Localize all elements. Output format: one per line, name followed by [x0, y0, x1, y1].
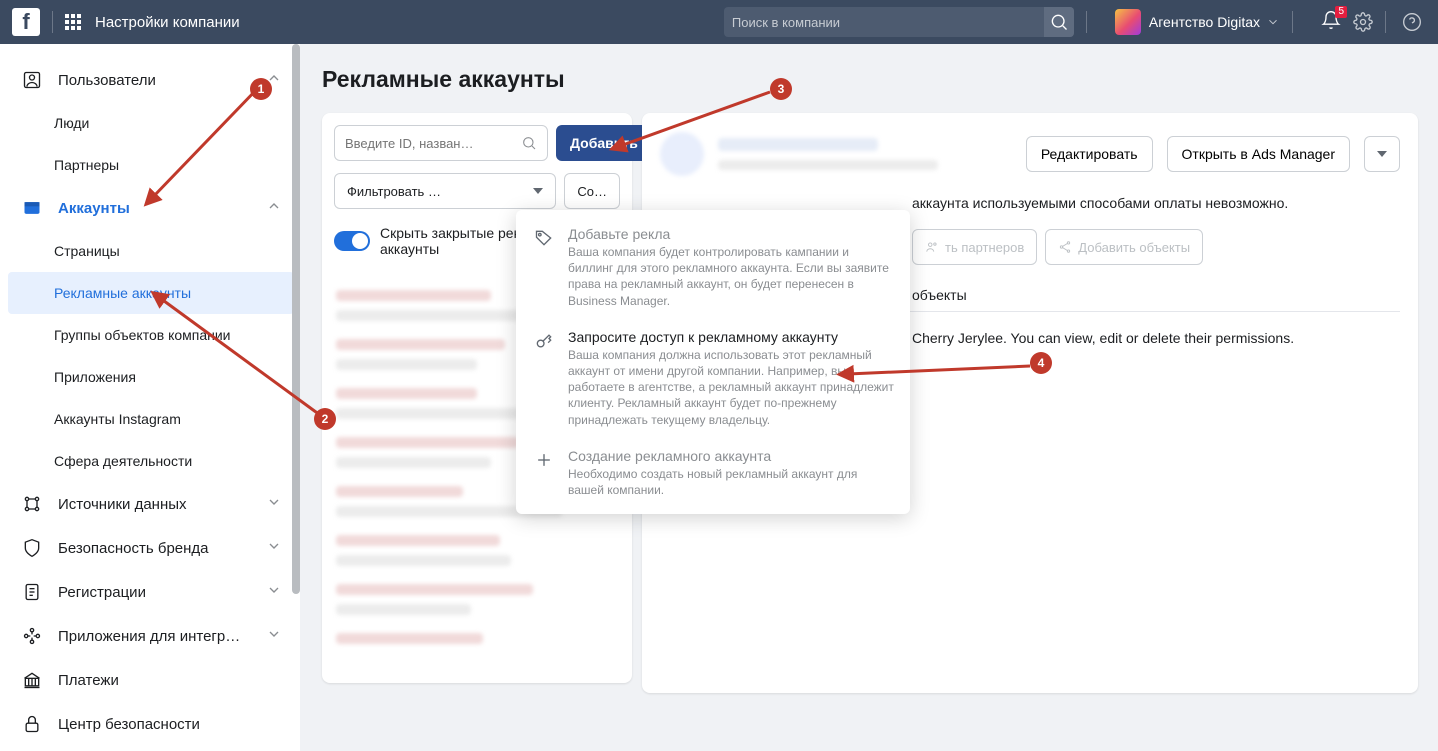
sidebar-section-users[interactable]: Пользователи	[8, 58, 294, 102]
sort-button[interactable]: Со…	[564, 173, 620, 209]
caret-down-icon	[533, 186, 543, 196]
sidebar-item-pages[interactable]: Страницы	[8, 230, 294, 272]
chevron-down-icon	[266, 494, 282, 514]
clipboard-icon	[20, 580, 44, 604]
shield-icon	[20, 536, 44, 560]
sidebar-section-registrations[interactable]: Регистрации	[8, 570, 294, 614]
users-icon	[925, 237, 939, 257]
search-icon	[521, 133, 537, 153]
share-icon	[1058, 237, 1072, 257]
sidebar-label: Регистрации	[58, 584, 146, 601]
sidebar-section-security-center[interactable]: Центр безопасности	[8, 702, 294, 746]
accounts-icon	[20, 196, 44, 220]
scrollbar-thumb[interactable]	[292, 44, 300, 594]
list-item[interactable]	[336, 535, 618, 566]
chevron-down-icon	[266, 582, 282, 602]
sidebar-section-payments[interactable]: Платежи	[8, 658, 294, 702]
chevron-up-icon	[266, 70, 282, 90]
sidebar-section-integrations[interactable]: Приложения для интегр…	[8, 614, 294, 658]
caret-down-icon	[1377, 149, 1387, 159]
sidebar-label: Безопасность бренда	[58, 540, 209, 557]
notification-badge: 5	[1335, 6, 1347, 18]
chevron-down-icon	[266, 626, 282, 646]
list-item[interactable]	[336, 584, 618, 615]
dropdown-item-request-access[interactable]: Запросите доступ к рекламному аккаунту В…	[516, 319, 910, 438]
integrations-icon	[20, 624, 44, 648]
lock-icon	[20, 712, 44, 736]
sidebar-item-people[interactable]: Люди	[8, 102, 294, 144]
sidebar-item-instagram[interactable]: Аккаунты Instagram	[8, 398, 294, 440]
chevron-down-icon[interactable]	[1266, 12, 1280, 32]
apps-grid-icon[interactable]	[65, 14, 81, 30]
sidebar-section-accounts[interactable]: Аккаунты	[8, 186, 294, 230]
filter-button[interactable]: Фильтровать …	[334, 173, 556, 209]
topbar: f Настройки компании Агентство Digitax 5	[0, 0, 1438, 44]
sidebar-label: Аккаунты	[58, 200, 130, 217]
sidebar-label: Центр безопасности	[58, 716, 200, 733]
page-context-title: Настройки компании	[95, 14, 240, 31]
assign-partners-button[interactable]: ть партнеров	[912, 229, 1037, 265]
bank-icon	[20, 668, 44, 692]
sidebar-label: Платежи	[58, 672, 119, 689]
dropdown-item-create-account[interactable]: Создание рекламного аккаунта Необходимо …	[516, 438, 910, 508]
sidebar-section-brand-safety[interactable]: Безопасность бренда	[8, 526, 294, 570]
sidebar-label: Приложения для интегр…	[58, 628, 240, 645]
page-title: Рекламные аккаунты	[322, 66, 1418, 93]
account-search-input[interactable]	[345, 136, 521, 151]
sidebar-item-partners[interactable]: Партнеры	[8, 144, 294, 186]
sidebar-item-asset-groups[interactable]: Группы объектов компании	[8, 314, 294, 356]
search-icon[interactable]	[1044, 7, 1074, 37]
sidebar-item-apps[interactable]: Приложения	[8, 356, 294, 398]
sidebar-section-data-sources[interactable]: Источники данных	[8, 482, 294, 526]
chevron-down-icon	[266, 538, 282, 558]
tag-icon	[532, 226, 556, 309]
sidebar-item-sphere[interactable]: Сфера деятельности	[8, 440, 294, 482]
hide-closed-toggle[interactable]	[334, 231, 370, 251]
gear-icon[interactable]	[1353, 12, 1373, 32]
account-avatar	[660, 132, 704, 176]
sidebar-item-ad-accounts[interactable]: Рекламные аккаунты	[8, 272, 294, 314]
account-search[interactable]	[334, 125, 548, 161]
add-assets-button[interactable]: Добавить объекты	[1045, 229, 1203, 265]
sidebar-label: Источники данных	[58, 496, 187, 513]
facebook-logo[interactable]: f	[12, 8, 40, 36]
company-avatar[interactable]	[1115, 9, 1141, 35]
divider	[52, 11, 53, 33]
list-item[interactable]	[336, 633, 618, 644]
sidebar: Пользователи Люди Партнеры Аккаунты Стра…	[0, 44, 300, 751]
divider	[1292, 11, 1293, 33]
more-button[interactable]	[1364, 136, 1400, 172]
sidebar-label: Пользователи	[58, 72, 156, 89]
edit-button[interactable]: Редактировать	[1026, 136, 1153, 172]
data-sources-icon	[20, 492, 44, 516]
company-search-input[interactable]	[732, 15, 1044, 30]
chevron-up-icon	[266, 198, 282, 218]
users-icon	[20, 68, 44, 92]
divider	[1086, 11, 1087, 33]
divider	[1385, 11, 1386, 33]
key-icon	[532, 329, 556, 428]
company-search[interactable]	[724, 7, 1074, 37]
company-name[interactable]: Агентство Digitax	[1149, 14, 1260, 30]
dropdown-item-add-account[interactable]: Добавьте рекла Ваша компания будет контр…	[516, 216, 910, 319]
help-icon[interactable]	[1402, 12, 1422, 32]
notifications-button[interactable]: 5	[1321, 10, 1341, 35]
add-dropdown-menu: Добавьте рекла Ваша компания будет контр…	[516, 210, 910, 514]
plus-icon	[532, 448, 556, 498]
open-ads-manager-button[interactable]: Открыть в Ads Manager	[1167, 136, 1350, 172]
